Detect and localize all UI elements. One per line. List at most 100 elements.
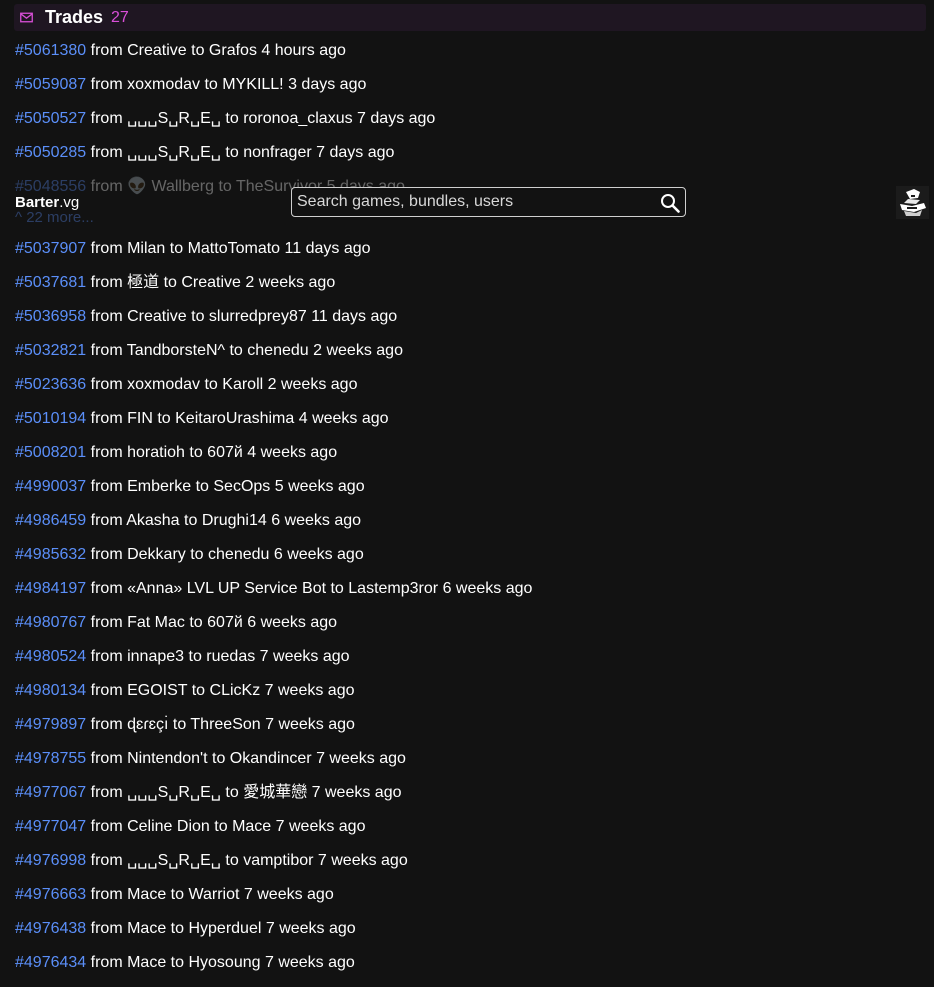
trade-id-link[interactable]: #4978755: [15, 750, 86, 767]
avatar-image: [896, 186, 929, 219]
search-input[interactable]: [297, 191, 647, 213]
sender-username[interactable]: «Anna» LVL UP Service Bot: [127, 580, 326, 597]
from-label: from: [90, 478, 123, 495]
to-label: to: [191, 42, 205, 59]
sender-username[interactable]: horatioh: [127, 444, 185, 461]
user-avatar[interactable]: [896, 186, 929, 219]
recipient-username[interactable]: slurredprey87: [209, 308, 307, 325]
trade-id-link[interactable]: #4985632: [15, 546, 86, 563]
sender-username[interactable]: TandborsteN^: [127, 342, 225, 359]
sender-username[interactable]: EGOIST: [127, 682, 187, 699]
sender-username[interactable]: ␣␣␣S␣R␣E␣: [127, 110, 221, 127]
sender-username[interactable]: xoxmodav: [127, 376, 200, 393]
from-label: from: [90, 42, 123, 59]
search-box[interactable]: [291, 187, 686, 217]
trade-id-link[interactable]: #5036958: [15, 308, 86, 325]
recipient-username[interactable]: Mace: [232, 818, 271, 835]
recipient-username[interactable]: ruedas: [206, 648, 255, 665]
trade-id-link[interactable]: #4977067: [15, 784, 86, 801]
sender-username[interactable]: ␣␣␣S␣R␣E␣: [127, 144, 221, 161]
recipient-username[interactable]: Hyperduel: [188, 920, 261, 937]
to-label: to: [225, 784, 239, 801]
to-label: to: [190, 546, 204, 563]
trade-id-link[interactable]: #4980134: [15, 682, 86, 699]
sender-username[interactable]: Creative: [127, 42, 187, 59]
recipient-username[interactable]: KeitaroUrashima: [175, 410, 294, 427]
to-label: to: [204, 376, 218, 393]
recipient-username[interactable]: chenedu: [208, 546, 269, 563]
recipient-username[interactable]: vamptibor: [243, 852, 313, 869]
sender-username[interactable]: FIN: [127, 410, 153, 427]
trade-row: #5037681 from 極道 to Creative 2 weeks ago: [15, 272, 335, 294]
trade-id-link[interactable]: #5061380: [15, 42, 86, 59]
sender-username[interactable]: Milan: [127, 240, 165, 257]
sender-username[interactable]: ␣␣␣S␣R␣E␣: [127, 852, 221, 869]
sender-username[interactable]: xoxmodav: [127, 76, 200, 93]
trade-id-link[interactable]: #5010194: [15, 410, 86, 427]
sender-username[interactable]: Celine Dion: [127, 818, 210, 835]
sender-username[interactable]: Akasha: [126, 512, 179, 529]
trade-id-link[interactable]: #4976434: [15, 954, 86, 971]
trade-id-link[interactable]: #5023636: [15, 376, 86, 393]
from-label: from: [90, 546, 123, 563]
to-label: to: [229, 342, 243, 359]
trade-id-link[interactable]: #5032821: [15, 342, 86, 359]
recipient-username[interactable]: Drughi14: [202, 512, 267, 529]
trade-id-link[interactable]: #4979897: [15, 716, 86, 733]
trade-id-link[interactable]: #4980524: [15, 648, 86, 665]
trade-id-link[interactable]: #5050285: [15, 144, 86, 161]
trade-id-link[interactable]: #5050527: [15, 110, 86, 127]
sender-username[interactable]: Mace: [127, 886, 166, 903]
sender-username[interactable]: 極道: [127, 274, 159, 291]
recipient-username[interactable]: MattoTomato: [188, 240, 280, 257]
recipient-username[interactable]: 愛城華戀: [243, 784, 307, 801]
trade-id-link[interactable]: #5059087: [15, 76, 86, 93]
recipient-username[interactable]: Hyosoung: [188, 954, 260, 971]
trade-row: #5023636 from xoxmodav to Karoll 2 weeks…: [15, 374, 357, 396]
trade-id-link[interactable]: #4976998: [15, 852, 86, 869]
trade-id-link[interactable]: #4976663: [15, 886, 86, 903]
trade-id-link[interactable]: #4976438: [15, 920, 86, 937]
sender-username[interactable]: Dekkary: [127, 546, 186, 563]
recipient-username[interactable]: 607й: [207, 444, 243, 461]
sender-username[interactable]: Nintendon't: [127, 750, 207, 767]
trade-id-link[interactable]: #4990037: [15, 478, 86, 495]
recipient-username[interactable]: Lastemp3ror: [348, 580, 438, 597]
recipient-username[interactable]: Warriot: [188, 886, 239, 903]
trade-timestamp: 6 weeks ago: [442, 580, 533, 597]
recipient-username[interactable]: chenedu: [247, 342, 308, 359]
trade-id-link[interactable]: #5037907: [15, 240, 86, 257]
sender-username[interactable]: Fat Mac: [127, 614, 185, 631]
site-logo[interactable]: Barter.vg: [15, 194, 79, 212]
recipient-username[interactable]: 607й: [207, 614, 243, 631]
search-icon[interactable]: [660, 193, 680, 213]
sender-username[interactable]: Creative: [127, 308, 187, 325]
recipient-username[interactable]: MYKILL!: [222, 76, 283, 93]
recipient-username[interactable]: nonfrager: [243, 144, 312, 161]
recipient-username[interactable]: SecOps: [213, 478, 270, 495]
recipient-username[interactable]: Okandincer: [230, 750, 312, 767]
from-label: from: [90, 648, 123, 665]
trade-id-link[interactable]: #5008201: [15, 444, 86, 461]
sender-username[interactable]: innape3: [127, 648, 184, 665]
trade-row: #4980767 from Fat Mac to 607й 6 weeks ag…: [15, 612, 337, 634]
recipient-username[interactable]: Karoll: [222, 376, 263, 393]
trade-id-link[interactable]: #4986459: [15, 512, 86, 529]
trade-id-link[interactable]: #4980767: [15, 614, 86, 631]
sender-username[interactable]: Mace: [127, 954, 166, 971]
sender-username[interactable]: ␣␣␣S␣R␣E␣: [127, 784, 221, 801]
recipient-username[interactable]: roronoa_claxus: [243, 110, 352, 127]
trade-id-link[interactable]: #5037681: [15, 274, 86, 291]
trade-id-link[interactable]: #4977047: [15, 818, 86, 835]
sender-username[interactable]: ɖɛɾɛçı̇: [127, 716, 168, 733]
trade-timestamp: 6 weeks ago: [271, 512, 362, 529]
recipient-username[interactable]: Grafos: [209, 42, 257, 59]
recipient-username[interactable]: ThreeSon: [190, 716, 260, 733]
sender-username[interactable]: Emberke: [127, 478, 191, 495]
from-label: from: [90, 954, 123, 971]
recipient-username[interactable]: CLicKz: [210, 682, 261, 699]
recipient-username[interactable]: Creative: [181, 274, 241, 291]
trade-id-link[interactable]: #4984197: [15, 580, 86, 597]
sender-username[interactable]: Mace: [127, 920, 166, 937]
from-label: from: [90, 818, 123, 835]
